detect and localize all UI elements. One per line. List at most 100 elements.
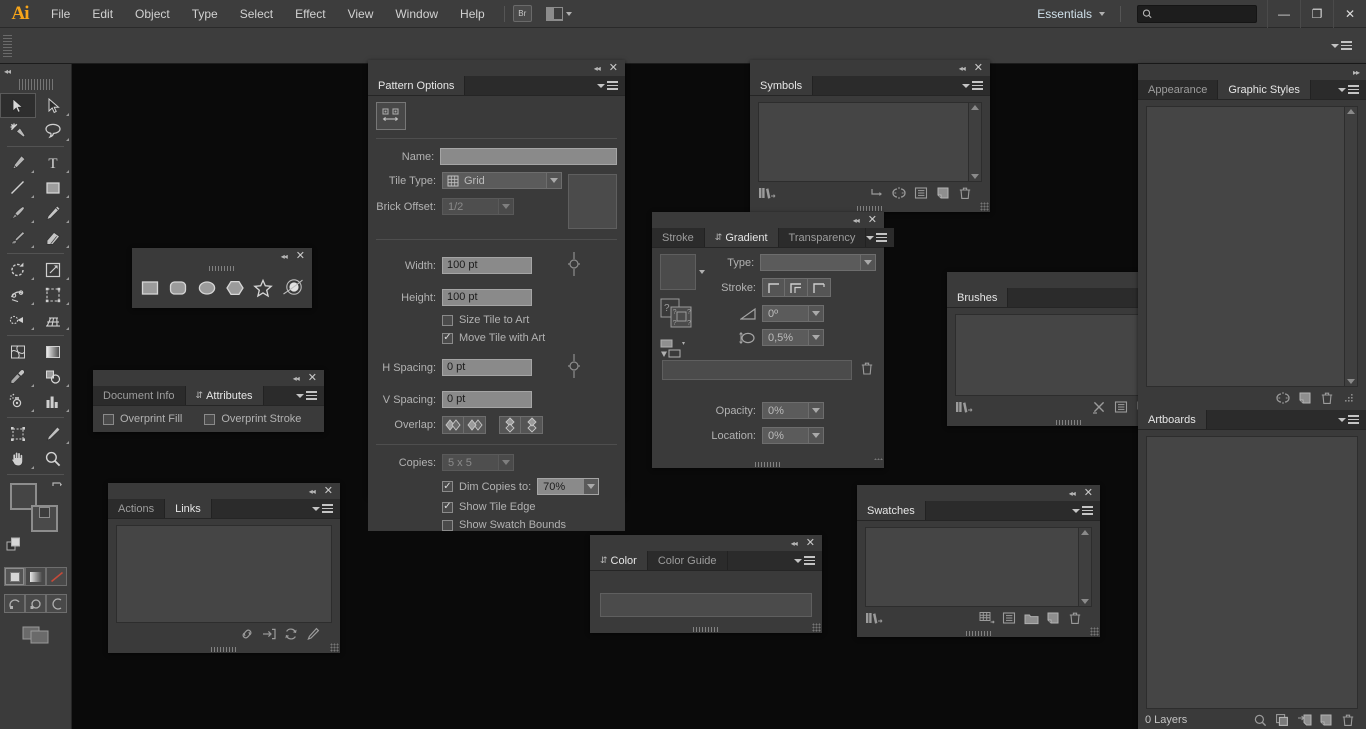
close-icon[interactable]: ✕ bbox=[974, 62, 983, 74]
scroll-up-icon[interactable] bbox=[971, 105, 979, 110]
collapse-icon[interactable]: ◂◂ bbox=[1069, 489, 1076, 498]
color-spectrum-bar[interactable] bbox=[600, 593, 812, 617]
magic-wand-tool[interactable] bbox=[0, 118, 36, 143]
graphic-styles-scrollbar[interactable] bbox=[1344, 107, 1357, 386]
gradient-aspect-dropdown[interactable]: 0,5% bbox=[762, 329, 824, 346]
overlap-left-in-front-button[interactable] bbox=[442, 416, 464, 434]
collapse-icon[interactable]: ◂◂ bbox=[293, 374, 300, 383]
delete-symbol-icon[interactable] bbox=[954, 184, 976, 202]
symbols-scrollbar[interactable] bbox=[968, 103, 981, 181]
menu-window[interactable]: Window bbox=[384, 0, 449, 28]
show-tile-edge-checkbox[interactable]: ✓ Show Tile Edge bbox=[442, 501, 617, 513]
blob-brush-tool[interactable] bbox=[0, 225, 36, 250]
new-graphic-style-icon[interactable] bbox=[1294, 389, 1316, 407]
tab-document-info[interactable]: Document Info bbox=[93, 386, 186, 405]
v-spacing-input[interactable]: 0 pt bbox=[442, 391, 532, 408]
graphic-styles-list[interactable] bbox=[1146, 106, 1358, 387]
tab-pattern-options[interactable]: Pattern Options bbox=[368, 76, 466, 95]
relink-icon[interactable] bbox=[236, 625, 258, 643]
panel-bottom-grip[interactable] bbox=[857, 629, 1100, 637]
pattern-tile-edit-button[interactable] bbox=[376, 102, 406, 130]
blend-tool[interactable] bbox=[36, 364, 72, 389]
dropdown-arrow-icon[interactable] bbox=[808, 330, 823, 345]
new-layer-icon[interactable] bbox=[1315, 711, 1337, 729]
collapse-icon[interactable]: ◂◂ bbox=[594, 64, 601, 73]
tab-symbols[interactable]: Symbols bbox=[750, 76, 814, 95]
gradient-presets-icon[interactable]: ????? bbox=[660, 298, 712, 331]
pencil-tool[interactable] bbox=[36, 200, 72, 225]
workspace-switcher[interactable]: Essentials bbox=[1030, 7, 1112, 21]
mesh-tool[interactable] bbox=[0, 339, 36, 364]
symbol-libraries-icon[interactable] bbox=[756, 184, 778, 202]
scroll-up-icon[interactable] bbox=[1081, 530, 1089, 535]
width-tool[interactable] bbox=[0, 282, 36, 307]
panel-bottom-grip[interactable] bbox=[652, 460, 884, 468]
size-tile-to-art-checkbox[interactable]: Size Tile to Art bbox=[442, 314, 617, 326]
pattern-name-input[interactable] bbox=[440, 148, 617, 165]
scroll-down-icon[interactable] bbox=[971, 174, 979, 179]
symbols-list[interactable] bbox=[758, 102, 982, 182]
dropdown-arrow-icon[interactable] bbox=[860, 255, 875, 270]
close-button[interactable]: ✕ bbox=[1333, 0, 1366, 28]
control-bar-grip[interactable] bbox=[3, 34, 12, 57]
delete-layer-icon[interactable] bbox=[1337, 711, 1359, 729]
close-icon[interactable]: ✕ bbox=[806, 537, 815, 549]
stroke-along-button[interactable] bbox=[785, 278, 808, 297]
symbol-options-icon[interactable] bbox=[910, 184, 932, 202]
scroll-down-icon[interactable] bbox=[1081, 599, 1089, 604]
opacity-dropdown[interactable]: 0% bbox=[762, 402, 824, 419]
artboard-tool[interactable] bbox=[0, 421, 36, 446]
h-spacing-input[interactable]: 0 pt bbox=[442, 359, 532, 376]
tab-actions[interactable]: Actions bbox=[108, 499, 166, 518]
gradient-slider[interactable] bbox=[662, 360, 852, 380]
collapse-icon[interactable]: ◂◂ bbox=[281, 252, 288, 261]
panel-menu-icon[interactable] bbox=[866, 233, 888, 242]
close-icon[interactable]: ✕ bbox=[296, 250, 305, 262]
tab-appearance[interactable]: Appearance bbox=[1138, 80, 1219, 99]
tab-color-guide[interactable]: Color Guide bbox=[647, 551, 728, 570]
brush-libraries-icon[interactable] bbox=[953, 398, 975, 416]
resize-grip[interactable] bbox=[812, 623, 821, 632]
overlap-right-in-front-button[interactable] bbox=[464, 416, 486, 434]
swatch-libraries-icon[interactable] bbox=[863, 609, 885, 627]
column-graph-tool[interactable] bbox=[36, 389, 72, 414]
tab-artboards[interactable]: Artboards bbox=[1138, 410, 1207, 429]
link-dimensions-icon[interactable] bbox=[566, 249, 582, 282]
lasso-tool[interactable] bbox=[36, 118, 72, 143]
rounded-rectangle-tool-icon[interactable] bbox=[168, 278, 188, 298]
copies-dropdown[interactable]: 5 x 5 bbox=[442, 454, 514, 471]
gradient-tool[interactable] bbox=[36, 339, 72, 364]
shape-builder-tool[interactable] bbox=[0, 307, 36, 332]
scroll-up-icon[interactable] bbox=[1347, 109, 1355, 114]
none-button[interactable] bbox=[46, 567, 67, 586]
close-icon[interactable]: ✕ bbox=[324, 485, 333, 497]
draw-normal-button[interactable] bbox=[4, 594, 25, 613]
dropdown-arrow-icon[interactable] bbox=[808, 403, 823, 418]
panel-menu-icon[interactable] bbox=[312, 504, 333, 513]
arrange-documents-button[interactable] bbox=[545, 6, 572, 21]
new-sublayer-icon[interactable] bbox=[1293, 711, 1315, 729]
close-icon[interactable]: ✕ bbox=[1084, 487, 1093, 499]
symbol-sprayer-tool[interactable] bbox=[0, 389, 36, 414]
swap-fill-stroke-icon[interactable] bbox=[51, 481, 64, 494]
locate-object-icon[interactable] bbox=[1249, 711, 1271, 729]
dock-resize-grip[interactable] bbox=[1338, 389, 1360, 407]
menu-object[interactable]: Object bbox=[124, 0, 181, 28]
menu-view[interactable]: View bbox=[337, 0, 385, 28]
scale-tool[interactable] bbox=[36, 257, 72, 282]
brush-options-icon[interactable] bbox=[1110, 398, 1132, 416]
break-link-icon[interactable] bbox=[888, 184, 910, 202]
panel-menu-icon[interactable] bbox=[597, 81, 618, 90]
dropdown-arrow-icon[interactable] bbox=[808, 428, 823, 443]
flare-tool-icon[interactable] bbox=[282, 278, 304, 298]
star-tool-icon[interactable] bbox=[253, 278, 274, 298]
draw-behind-button[interactable] bbox=[25, 594, 46, 613]
collapse-icon[interactable]: ◂◂ bbox=[959, 64, 966, 73]
go-to-link-icon[interactable] bbox=[258, 625, 280, 643]
direct-selection-tool[interactable] bbox=[36, 93, 72, 118]
new-swatch-icon[interactable] bbox=[1042, 609, 1064, 627]
dropdown-arrow-icon[interactable] bbox=[498, 199, 513, 214]
panel-menu-icon[interactable] bbox=[296, 391, 317, 400]
tab-links[interactable]: Links bbox=[165, 499, 212, 518]
color-button[interactable] bbox=[4, 567, 25, 586]
